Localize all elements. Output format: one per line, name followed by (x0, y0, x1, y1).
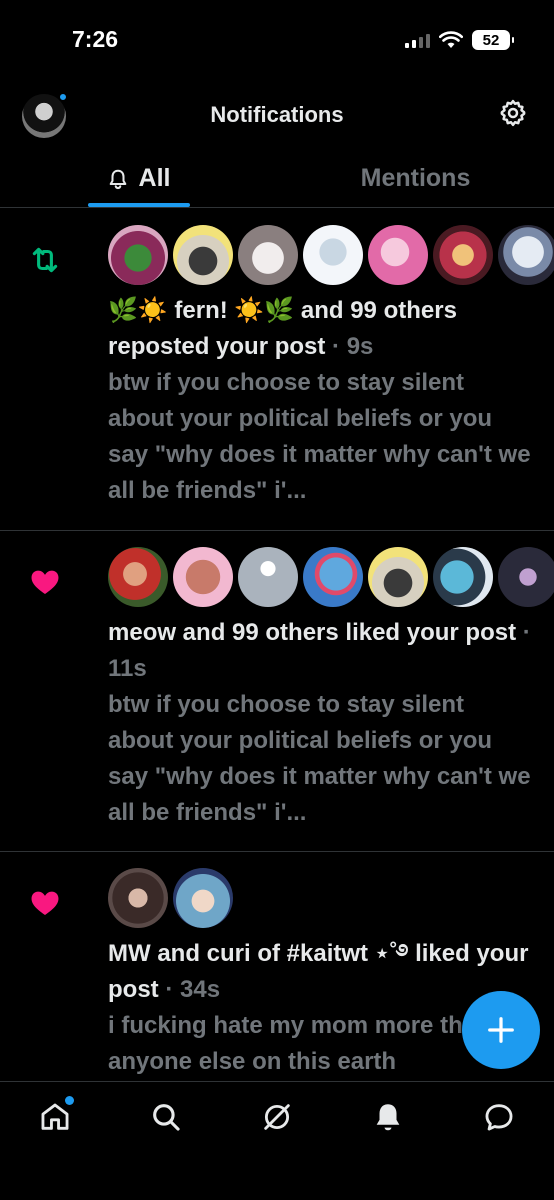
notification-title: 🌿☀️ fern! ☀️🌿 and 99 others reposted you… (108, 297, 457, 360)
avatar[interactable] (368, 225, 428, 285)
notification-item[interactable]: 🌿☀️ fern! ☀️🌿 and 99 others reposted you… (0, 209, 554, 531)
avatar[interactable] (498, 225, 554, 285)
avatar[interactable] (108, 547, 168, 607)
cellular-signal-icon (405, 32, 430, 48)
page-title: Notifications (210, 102, 344, 127)
status-indicators: 52 (405, 30, 514, 50)
notification-item[interactable]: meow and 99 others liked your post · 11s… (0, 531, 554, 852)
repost-icon (32, 247, 58, 273)
grok-icon (264, 1104, 290, 1130)
notification-title: meow and 99 others liked your post (108, 619, 517, 646)
heart-icon (31, 570, 59, 595)
notification-time: · 34s (165, 976, 221, 1003)
avatar[interactable] (173, 868, 233, 928)
avatar[interactable] (498, 547, 554, 607)
status-bar: 7:26 52 (0, 0, 554, 80)
compose-post-button[interactable] (462, 991, 540, 1069)
avatar[interactable] (433, 547, 493, 607)
notification-post-preview: btw if you choose to stay silent about y… (108, 691, 531, 826)
notification-post-preview: btw if you choose to stay silent about y… (108, 369, 531, 504)
nav-messages[interactable] (469, 1100, 529, 1140)
avatar[interactable] (433, 225, 493, 285)
avatar[interactable] (368, 547, 428, 607)
home-unread-dot (65, 1096, 75, 1105)
app-header: Notifications (0, 80, 554, 150)
home-icon (41, 1103, 69, 1130)
notification-time: · 9s (332, 333, 374, 360)
notification-tabs: All Mentions (0, 150, 554, 208)
notifications-feed[interactable]: 🌿☀️ fern! ☀️🌿 and 99 others reposted you… (0, 209, 554, 1081)
status-time: 7:26 (72, 26, 119, 52)
heart-icon (31, 891, 59, 916)
nav-notifications[interactable] (358, 1100, 418, 1140)
avatar[interactable] (303, 547, 363, 607)
nav-search[interactable] (136, 1100, 196, 1140)
avatar[interactable] (238, 225, 298, 285)
avatar[interactable] (173, 225, 233, 285)
avatar-stack (108, 868, 534, 928)
message-icon (485, 1104, 513, 1131)
bottom-navigation (0, 1081, 554, 1200)
search-icon (153, 1104, 180, 1131)
tab-mentions[interactable]: Mentions (277, 150, 554, 207)
battery-indicator: 52 (472, 30, 514, 50)
tab-mentions-label: Mentions (360, 164, 471, 192)
avatar-stack (108, 547, 554, 607)
avatar[interactable] (173, 547, 233, 607)
settings-gear-icon[interactable] (498, 98, 528, 128)
bell-icon (376, 1104, 400, 1131)
avatar[interactable] (303, 225, 363, 285)
avatar[interactable] (108, 868, 168, 928)
bell-outline-icon (109, 169, 126, 189)
wifi-icon (439, 31, 463, 48)
nav-grok[interactable] (247, 1100, 307, 1140)
avatar-stack (108, 225, 554, 285)
tab-all-label: All (138, 164, 171, 192)
unread-dot (58, 92, 68, 102)
nav-home[interactable] (25, 1096, 85, 1140)
tab-all[interactable]: All (0, 150, 277, 207)
avatar[interactable] (108, 225, 168, 285)
plus-icon (488, 1017, 514, 1043)
avatar[interactable] (238, 547, 298, 607)
